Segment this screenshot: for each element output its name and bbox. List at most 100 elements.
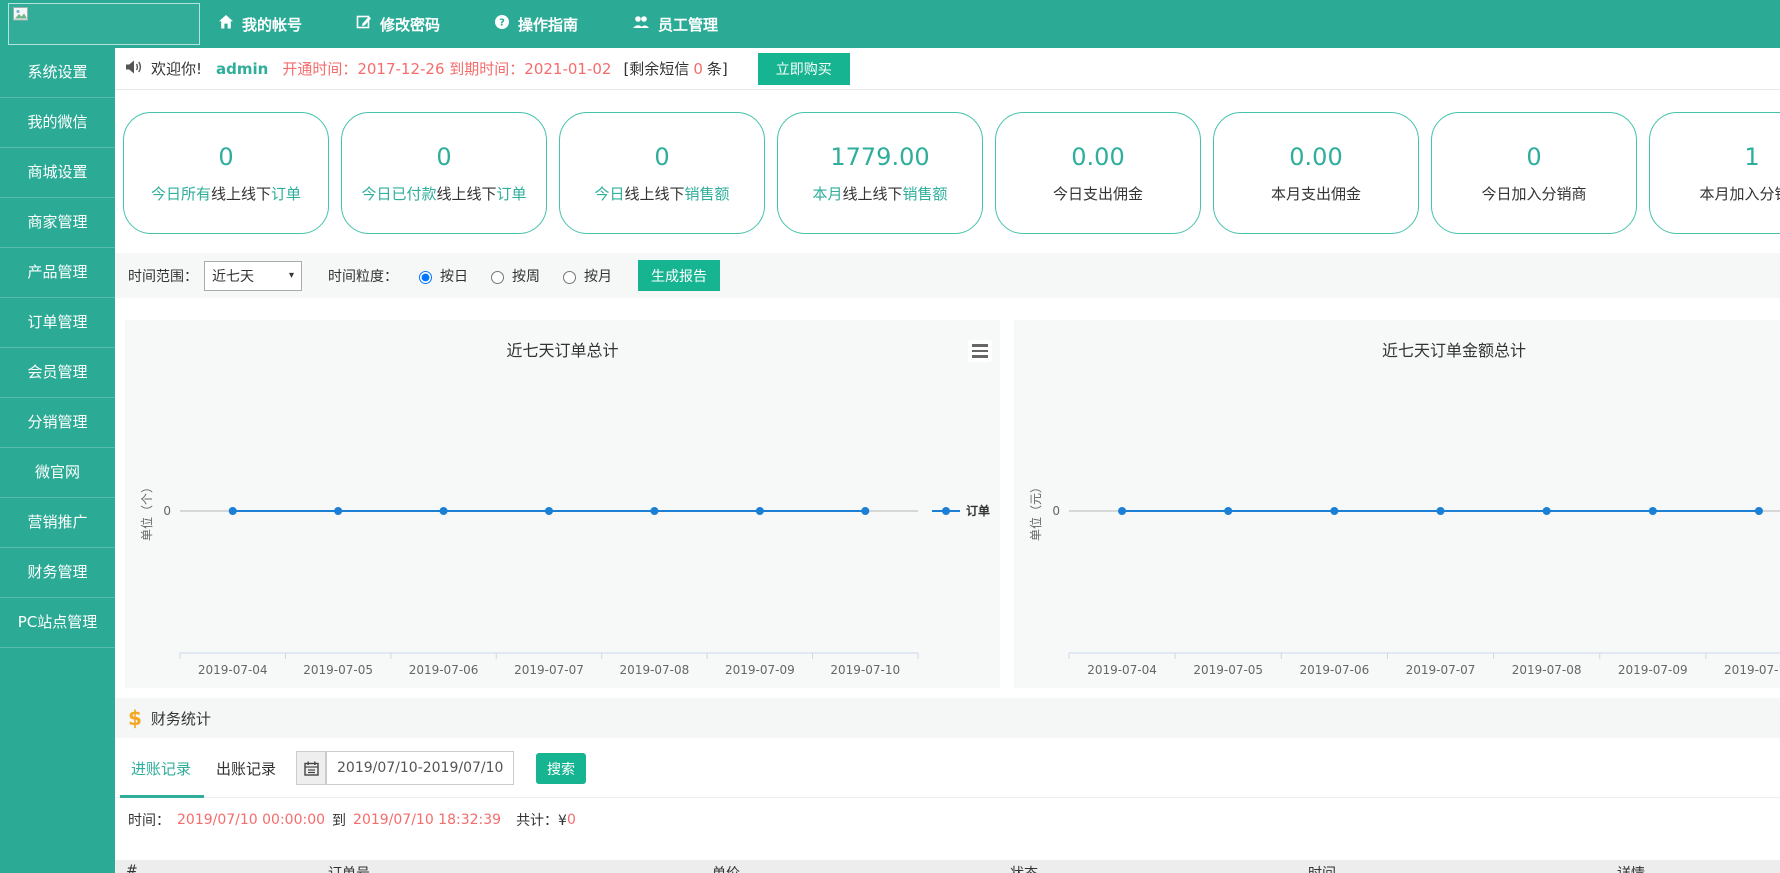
x-axis-tick-label: 2019-07-07 <box>514 663 584 677</box>
sidebar-item[interactable]: 我的微信 <box>0 98 115 148</box>
stat-card-label: 本月支出佣金 <box>1271 183 1361 204</box>
stat-card: 0 今日线上线下销售额 <box>559 112 765 234</box>
nav-item-1[interactable]: 修改密码 <box>356 14 440 35</box>
y-axis-title: 单位（元） <box>1028 481 1043 541</box>
stat-card: 0 今日所有线上线下订单 <box>123 112 329 234</box>
sidebar-item[interactable]: 分销管理 <box>0 398 115 448</box>
stat-card-label-part: 今日 <box>594 185 624 203</box>
records-table-header: #订单号单价状态时间详情 <box>115 860 1780 873</box>
calendar-icon <box>304 761 319 776</box>
sidebar: 系统设置我的微信商城设置商家管理产品管理订单管理会员管理分销管理微官网营销推广财… <box>0 48 115 873</box>
stat-card-label: 今日线上线下销售额 <box>594 183 729 204</box>
stat-card-label-part: 本月 <box>812 185 842 203</box>
stat-card-label-part: 销售额 <box>903 185 948 203</box>
stat-card-value: 0 <box>654 143 669 171</box>
nav-item-3[interactable]: 员工管理 <box>632 14 718 35</box>
sidebar-item[interactable]: 财务管理 <box>0 548 115 598</box>
chevron-down-icon: ▾ <box>289 270 294 281</box>
sidebar-item[interactable]: 营销推广 <box>0 498 115 548</box>
granularity-option-0[interactable]: 按日 <box>414 266 468 286</box>
stat-card-value: 0.00 <box>1289 143 1342 171</box>
sidebar-item[interactable]: 订单管理 <box>0 298 115 348</box>
stat-card-value: 1779.00 <box>830 143 929 171</box>
stat-card-value: 0 <box>1526 143 1541 171</box>
calendar-icon-button[interactable] <box>296 751 326 785</box>
active-tab-underline <box>120 795 204 798</box>
stat-card-label: 今日所有线上线下订单 <box>151 183 301 204</box>
dollar-icon: $ <box>128 706 142 730</box>
table-column-header: # <box>126 863 138 873</box>
stat-card-label: 本月加入分销商 <box>1699 183 1780 204</box>
radio-label: 按周 <box>512 266 540 286</box>
table-column-header: 单价 <box>712 863 740 873</box>
x-axis-tick-label: 2019-07-06 <box>409 663 479 677</box>
nav-item-label: 操作指南 <box>518 14 578 35</box>
sms-count: 0 <box>693 60 703 78</box>
table-column-header: 详情 <box>1617 863 1645 873</box>
stat-card-label-part: 本月支出佣金 <box>1271 185 1361 203</box>
buy-now-button[interactable]: 立即购买 <box>758 53 850 85</box>
stat-card-label-part: 今日所有 <box>151 185 211 203</box>
orders-chart-panel: 近七天订单总计单位（个）02019-07-042019-07-052019-07… <box>125 320 1000 688</box>
help-icon: ? <box>494 14 510 34</box>
radio-button[interactable] <box>563 271 576 284</box>
x-axis-tick-label: 2019-07-08 <box>620 663 690 677</box>
amount-chart-panel: 近七天订单金额总计单位（元）02019-07-042019-07-052019-… <box>1014 320 1780 688</box>
edit-icon <box>356 14 372 34</box>
x-axis-tick-label: 2019-07-08 <box>1512 663 1582 677</box>
nav-item-0[interactable]: 我的帐号 <box>218 14 302 35</box>
stat-card-label: 今日加入分销商 <box>1481 183 1586 204</box>
home-icon <box>218 14 234 34</box>
summary-total-label: 共计：¥ <box>516 810 567 830</box>
granularity-option-1[interactable]: 按周 <box>486 266 540 286</box>
sidebar-item[interactable]: 微官网 <box>0 448 115 498</box>
username: admin <box>216 60 268 78</box>
stat-card-label-part: 线上线下 <box>436 185 496 203</box>
legend-marker-dot[interactable] <box>942 507 950 515</box>
stat-card-label: 今日支出佣金 <box>1053 183 1143 204</box>
granularity-label: 时间粒度： <box>328 266 398 286</box>
stat-card-label-part: 今日加入分销商 <box>1481 185 1586 203</box>
stat-card: 0.00 本月支出佣金 <box>1213 112 1419 234</box>
y-axis-title: 单位（个） <box>139 481 154 541</box>
data-point <box>1224 507 1232 515</box>
radio-button[interactable] <box>419 271 432 284</box>
data-point <box>1543 507 1551 515</box>
top-nav: 我的帐号 修改密码? 操作指南 员工管理 <box>218 0 718 48</box>
generate-report-button[interactable]: 生成报告 <box>638 260 720 291</box>
stat-card-label: 本月线上线下销售额 <box>812 183 947 204</box>
sms-suffix: 条] <box>707 60 728 78</box>
sidebar-item[interactable]: 商家管理 <box>0 198 115 248</box>
sidebar-item[interactable]: 产品管理 <box>0 248 115 298</box>
nav-item-2[interactable]: ? 操作指南 <box>494 14 578 35</box>
search-button[interactable]: 搜索 <box>536 753 586 784</box>
granularity-option-2[interactable]: 按月 <box>558 266 612 286</box>
sidebar-item[interactable]: 商城设置 <box>0 148 115 198</box>
chart-title: 近七天订单总计 <box>506 341 618 360</box>
sidebar-item[interactable]: 会员管理 <box>0 348 115 398</box>
sms-prefix: [剩余短信 <box>623 60 689 78</box>
date-range-input[interactable] <box>326 751 514 785</box>
data-point <box>334 507 342 515</box>
tab-expense-records[interactable]: 出账记录 <box>216 758 276 779</box>
sms-remaining: [剩余短信0条] <box>623 58 727 79</box>
finance-section-header: $ 财务统计 <box>115 698 1780 738</box>
sidebar-item[interactable]: PC站点管理 <box>0 598 115 648</box>
chart-menu-icon[interactable] <box>968 340 992 362</box>
tab-income-records[interactable]: 进账记录 <box>131 758 191 779</box>
time-range-value: 近七天 <box>212 266 254 286</box>
sidebar-item[interactable]: 系统设置 <box>0 48 115 98</box>
data-point <box>861 507 869 515</box>
stat-card-value: 0 <box>218 143 233 171</box>
finance-section-title: 财务统计 <box>151 708 211 729</box>
top-bar: 我的帐号 修改密码? 操作指南 员工管理 <box>0 0 1780 48</box>
stat-card: 1779.00 本月线上线下销售额 <box>777 112 983 234</box>
x-axis-tick-label: 2019-07-09 <box>725 663 795 677</box>
legend-label[interactable]: 订单 <box>966 503 990 518</box>
time-range-select[interactable]: 近七天 ▾ <box>204 261 302 291</box>
stat-card: 0.00今日支出佣金 <box>995 112 1201 234</box>
stat-card-label-part: 今日支出佣金 <box>1053 185 1143 203</box>
data-point <box>229 507 237 515</box>
radio-button[interactable] <box>491 271 504 284</box>
account-validity: 开通时间：2017-12-26 到期时间：2021-01-02 <box>282 58 611 79</box>
